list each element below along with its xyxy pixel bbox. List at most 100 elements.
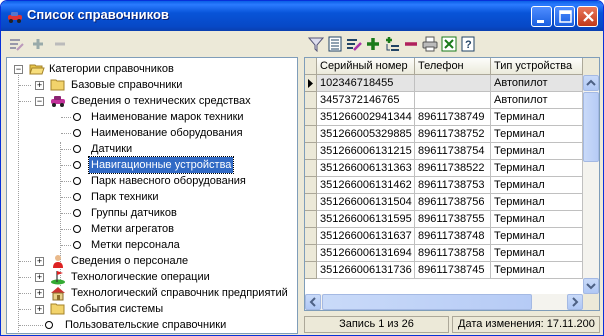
expand-icon[interactable]: + [35, 273, 44, 282]
collapse-icon[interactable]: − [14, 65, 23, 74]
title-bar[interactable]: Список справочников [1, 1, 603, 31]
table-row[interactable]: 351266006131595 89611738755 Терминал [305, 211, 599, 228]
tree-leaf-staff-tags[interactable]: Метки персонала [7, 237, 297, 253]
maximize-button[interactable] [554, 6, 575, 27]
cell-serial[interactable]: 351266002941344 [317, 109, 415, 126]
cell-device-type[interactable]: Терминал [491, 211, 583, 228]
table-row[interactable]: 351266006131462 89611738753 Терминал [305, 177, 599, 194]
cell-serial[interactable]: 3457372146765 [317, 92, 415, 109]
column-header-serial[interactable]: Серийный номер [317, 58, 415, 75]
cell-device-type[interactable]: Терминал [491, 160, 583, 177]
edit-icon[interactable] [8, 36, 24, 52]
column-header-phone[interactable]: Телефон [415, 58, 491, 75]
horizontal-scrollbar[interactable] [305, 294, 583, 310]
row-indicator[interactable] [305, 177, 317, 194]
tree-leaf-unit-tags[interactable]: Метки агрегатов [7, 221, 297, 237]
cell-serial[interactable]: 351266006131595 [317, 211, 415, 228]
add-icon[interactable] [365, 36, 381, 52]
table-row[interactable]: 351266006131736 89611738745 Терминал [305, 262, 599, 279]
close-button[interactable] [577, 6, 598, 27]
filter-icon[interactable] [307, 36, 325, 53]
remove-icon[interactable] [52, 36, 68, 52]
cell-phone[interactable] [415, 75, 491, 92]
row-indicator[interactable] [305, 109, 317, 126]
cell-device-type[interactable]: Терминал [491, 245, 583, 262]
remove-icon[interactable] [403, 36, 419, 52]
current-row-indicator[interactable] [305, 75, 317, 92]
table-row[interactable]: 351266005329885 89611738752 Терминал [305, 126, 599, 143]
cell-serial[interactable]: 351266006131363 [317, 160, 415, 177]
table-row[interactable]: 102346718455 Автопилот [305, 75, 599, 92]
cell-device-type[interactable]: Терминал [491, 194, 583, 211]
table-row[interactable]: 351266006131363 89611738522 Терминал [305, 160, 599, 177]
cell-serial[interactable]: 351266006131504 [317, 194, 415, 211]
tree-item-personnel[interactable]: + Сведения о персонале [7, 253, 297, 269]
collapse-icon[interactable]: − [35, 97, 44, 106]
cell-serial[interactable]: 351266005329885 [317, 126, 415, 143]
add-icon[interactable] [30, 36, 46, 52]
cell-phone[interactable] [415, 92, 491, 109]
table-row[interactable]: 351266002941344 89611738749 Терминал [305, 109, 599, 126]
row-indicator[interactable] [305, 92, 317, 109]
edit-icon[interactable] [346, 36, 362, 52]
cell-phone[interactable]: 89611738758 [415, 245, 491, 262]
table-row[interactable]: 351266006131637 89611738748 Терминал [305, 228, 599, 245]
row-indicator[interactable] [305, 245, 317, 262]
expand-icon[interactable]: + [35, 257, 44, 266]
tree-leaf-navigation-devices[interactable]: Навигационные устройства [7, 156, 297, 174]
tree-item-events[interactable]: + События системы [7, 301, 297, 317]
cell-serial[interactable]: 102346718455 [317, 75, 415, 92]
expand-icon[interactable]: + [35, 289, 44, 298]
tree-root[interactable]: − Категории справочников [7, 61, 297, 77]
tree-leaf-fleet[interactable]: Парк техники [7, 189, 297, 205]
tree-leaf-sensor-groups[interactable]: Группы датчиков [7, 205, 297, 221]
cell-serial[interactable]: 351266006131462 [317, 177, 415, 194]
scroll-left-button[interactable] [305, 294, 321, 310]
row-indicator[interactable] [305, 194, 317, 211]
table-row[interactable]: 351266006131215 89611738754 Терминал [305, 143, 599, 160]
cell-device-type[interactable]: Терминал [491, 262, 583, 279]
scroll-up-button[interactable] [583, 75, 599, 91]
horizontal-scroll-thumb[interactable] [322, 294, 532, 310]
row-indicator[interactable] [305, 262, 317, 279]
expand-icon[interactable]: + [35, 81, 44, 90]
table-row[interactable]: 351266006131694 89611738758 Терминал [305, 245, 599, 262]
expand-icon[interactable]: + [35, 305, 44, 314]
tree-item-user-directories[interactable]: Пользовательские справочники [7, 317, 297, 333]
tree-item-basic[interactable]: + Базовые справочники [7, 77, 297, 93]
cell-device-type[interactable]: Автопилот [491, 92, 583, 109]
row-indicator[interactable] [305, 228, 317, 245]
cell-device-type[interactable]: Терминал [491, 126, 583, 143]
cell-phone[interactable]: 89611738756 [415, 194, 491, 211]
cell-phone[interactable]: 89611738755 [415, 211, 491, 228]
print-icon[interactable] [422, 36, 438, 52]
table-row[interactable]: 3457372146765 Автопилот [305, 92, 599, 109]
cell-phone[interactable]: 89611738745 [415, 262, 491, 279]
column-header-device-type[interactable]: Тип устройства [491, 58, 583, 75]
cell-phone[interactable]: 89611738522 [415, 160, 491, 177]
tree-leaf-equipment-names[interactable]: Наименование оборудования [7, 125, 297, 141]
add-child-icon[interactable] [384, 36, 400, 52]
table-icon[interactable] [327, 36, 343, 52]
minimize-button[interactable] [531, 6, 552, 27]
cell-serial[interactable]: 351266006131215 [317, 143, 415, 160]
scroll-right-button[interactable] [567, 294, 583, 310]
cell-serial[interactable]: 351266006131694 [317, 245, 415, 262]
cell-phone[interactable]: 89611738748 [415, 228, 491, 245]
vertical-scrollbar[interactable] [583, 75, 599, 294]
cell-phone[interactable]: 89611738754 [415, 143, 491, 160]
cell-phone[interactable]: 89611738752 [415, 126, 491, 143]
cell-device-type[interactable]: Терминал [491, 109, 583, 126]
cell-phone[interactable]: 89611738749 [415, 109, 491, 126]
row-indicator[interactable] [305, 126, 317, 143]
tree-leaf-attached-equipment[interactable]: Парк навесного оборудования [7, 173, 297, 189]
cell-serial[interactable]: 351266006131637 [317, 228, 415, 245]
help-icon[interactable]: ? [460, 36, 476, 52]
table-row[interactable]: 351266006131504 89611738756 Терминал [305, 194, 599, 211]
cell-phone[interactable]: 89611738753 [415, 177, 491, 194]
tree-item-enterprises[interactable]: + Технологический справочник предприятий [7, 285, 297, 301]
tree-leaf-sensors[interactable]: Датчики [7, 141, 297, 157]
export-icon[interactable] [441, 36, 457, 52]
tree-item-technical[interactable]: − Сведения о технических средствах [7, 93, 297, 109]
tree-leaf-brands[interactable]: Наименование марок техники [7, 109, 297, 125]
